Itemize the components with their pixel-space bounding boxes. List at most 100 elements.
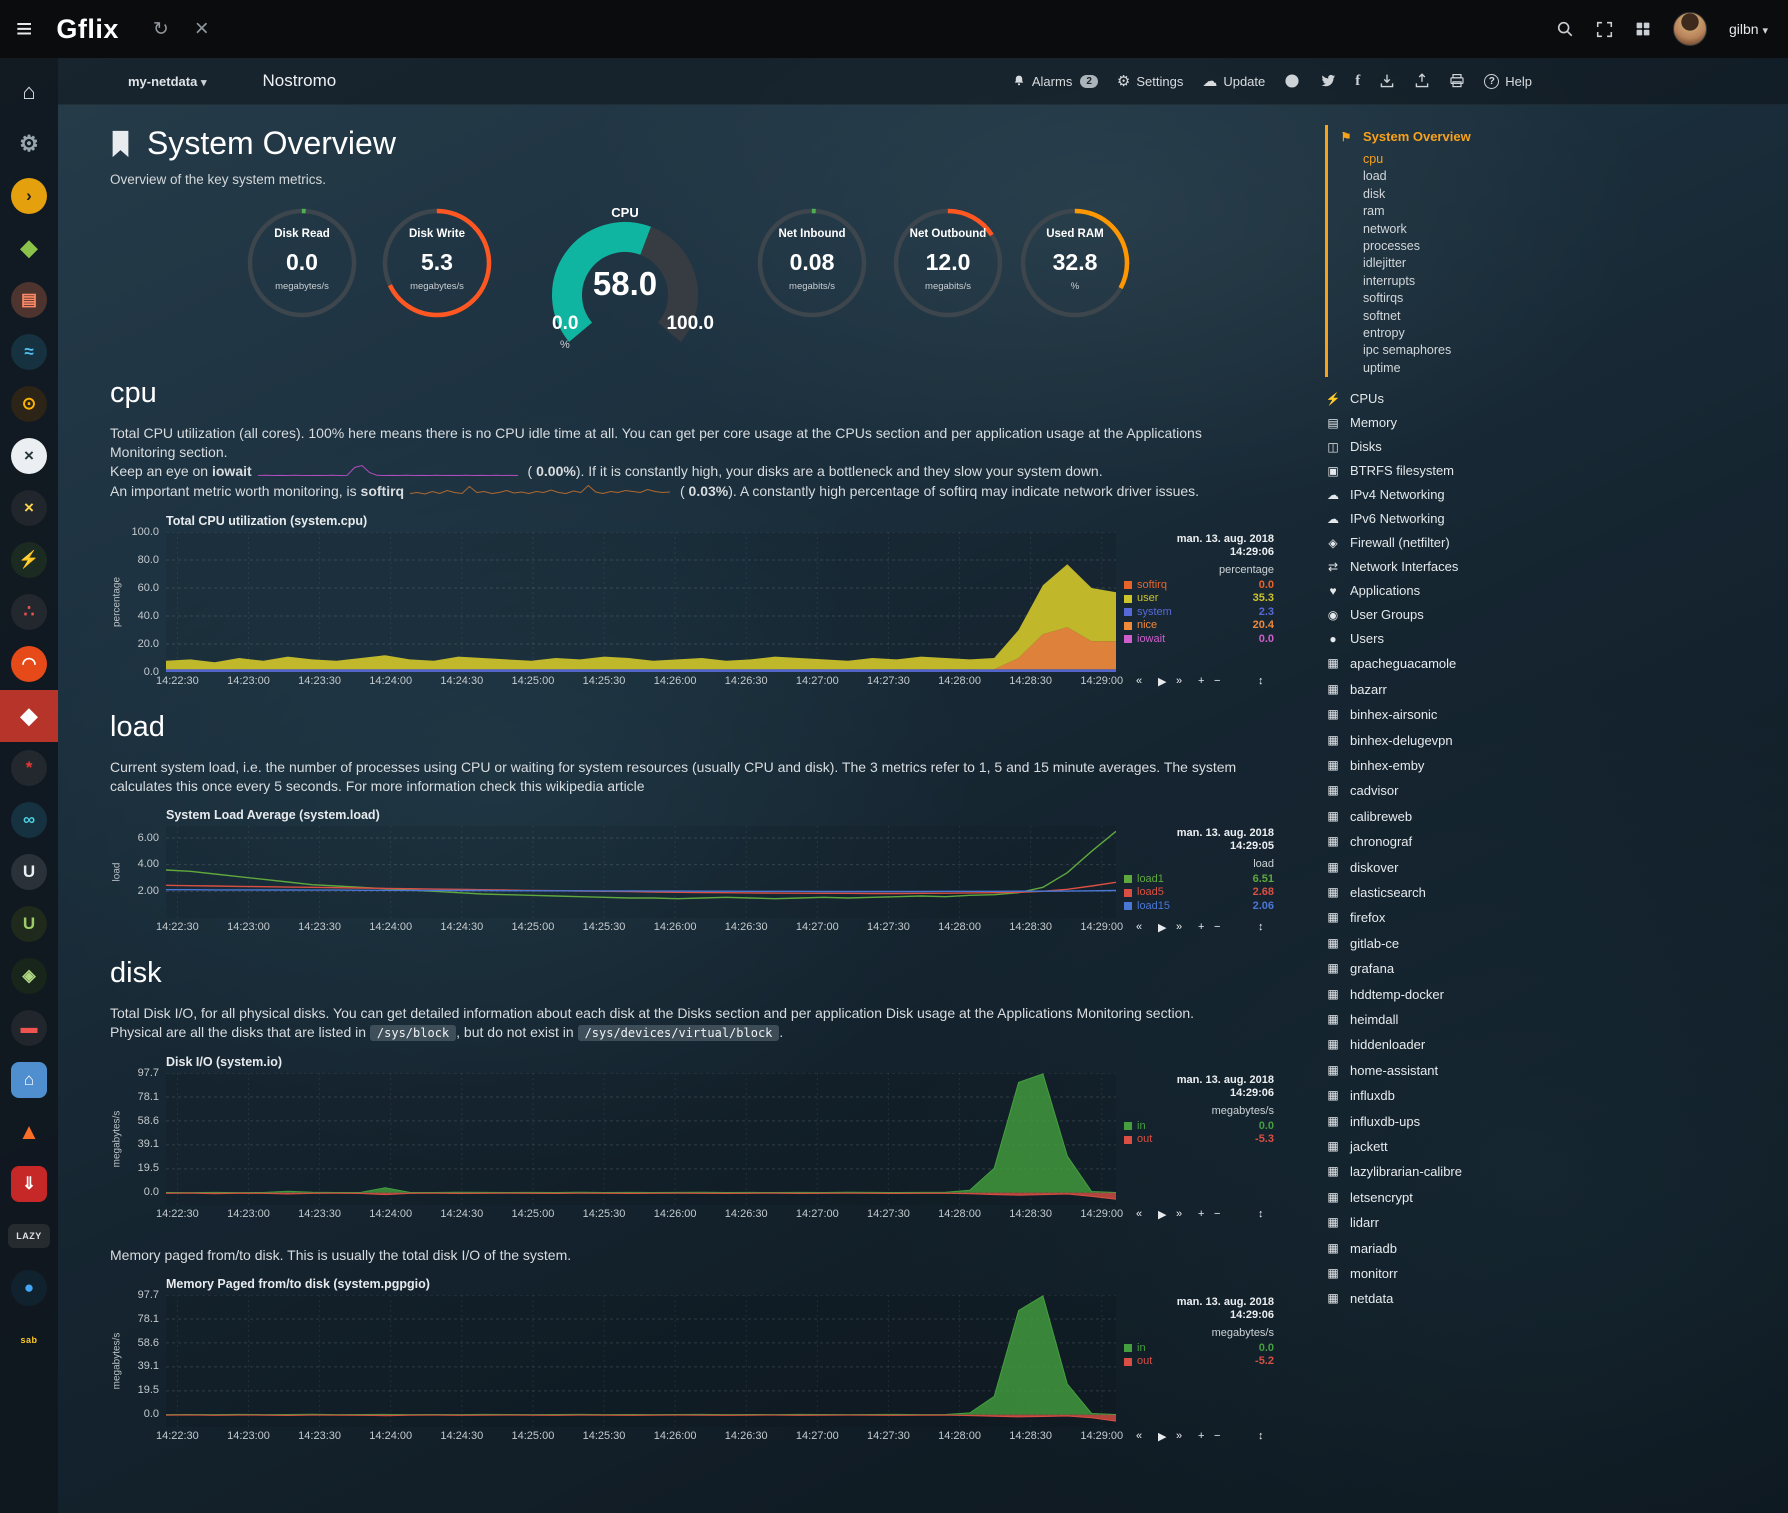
app-icon-settings[interactable]: ⚙ — [0, 118, 58, 170]
menu-container-apacheguacamole[interactable]: ▦apacheguacamole — [1325, 651, 1575, 676]
menu-section-link-network-interfaces[interactable]: ⇄Network Interfaces — [1325, 555, 1575, 579]
app-icon-soundwaves[interactable]: ≈ — [0, 326, 58, 378]
menu-container-hiddenloader[interactable]: ▦hiddenloader — [1325, 1032, 1575, 1057]
menu-section-link-btrfs-filesystem[interactable]: ▣BTRFS filesystem — [1325, 459, 1575, 483]
avatar[interactable] — [1673, 12, 1707, 46]
chart-toolbox-zoom-out-icon[interactable]: − — [1214, 1208, 1220, 1220]
menu-container-bazarr[interactable]: ▦bazarr — [1325, 677, 1575, 702]
mem-plot-area[interactable] — [166, 1295, 1116, 1427]
menu-section-link-user-groups[interactable]: ◉User Groups — [1325, 603, 1575, 627]
menu-sub-load[interactable]: load — [1363, 168, 1575, 185]
app-icon-stack[interactable]: ▤ — [0, 274, 58, 326]
menu-container-monitorr[interactable]: ▦monitorr — [1325, 1261, 1575, 1286]
menu-container-binhex-airsonic[interactable]: ▦binhex-airsonic — [1325, 702, 1575, 727]
menu-section-link-disks[interactable]: ◫Disks — [1325, 435, 1575, 459]
gauge-net-outbound[interactable]: Net Outbound12.0megabits/s — [883, 207, 1013, 319]
menu-container-influxdb[interactable]: ▦influxdb — [1325, 1083, 1575, 1108]
app-icon-droplet[interactable]: ● — [0, 1262, 58, 1314]
chart-toolbox-play-icon[interactable]: ▶ — [1158, 1430, 1166, 1443]
app-icon-active-app[interactable]: ◆ — [0, 690, 58, 742]
app-icon-gitlab[interactable]: ▲ — [0, 1106, 58, 1158]
menu-section-link-ipv4-networking[interactable]: ☁IPv4 Networking — [1325, 483, 1575, 507]
chart-toolbox-zoom-in-icon[interactable]: + — [1198, 1208, 1204, 1220]
menu-section-link-applications[interactable]: ♥Applications — [1325, 579, 1575, 603]
app-icon-red-download[interactable]: ⇓ — [0, 1158, 58, 1210]
chart-toolbox-play-icon[interactable]: ▶ — [1158, 1208, 1166, 1221]
legend-row-in[interactable]: in0.0 — [1124, 1120, 1274, 1134]
chart-toolbox-play-icon[interactable]: ▶ — [1158, 921, 1166, 934]
menu-container-grafana[interactable]: ▦grafana — [1325, 956, 1575, 981]
menu-container-heimdall[interactable]: ▦heimdall — [1325, 1007, 1575, 1032]
update-button[interactable]: ☁Update — [1202, 74, 1265, 89]
cpu-utilization-chart[interactable]: Total CPU utilization (system.cpu) perce… — [110, 514, 1325, 691]
menu-section-link-firewall-netfilter-[interactable]: ◈Firewall (netfilter) — [1325, 531, 1575, 555]
help-button[interactable]: ?Help — [1484, 74, 1532, 89]
menu-sub-uptime[interactable]: uptime — [1363, 360, 1575, 377]
menu-container-hddtemp-docker[interactable]: ▦hddtemp-docker — [1325, 982, 1575, 1007]
menu-section-link-ipv6-networking[interactable]: ☁IPv6 Networking — [1325, 507, 1575, 531]
chart-toolbox-zoom-in-icon[interactable]: + — [1198, 1430, 1204, 1442]
app-icon-guacamole[interactable]: ∴ — [0, 586, 58, 638]
app-icon-pills-app[interactable]: ▬ — [0, 1002, 58, 1054]
disk-plot-area[interactable] — [166, 1073, 1116, 1205]
chart-toolbox-zoom-out-icon[interactable]: − — [1214, 675, 1220, 687]
app-icon-home[interactable]: ⌂ — [0, 66, 58, 118]
app-icon-green-arrow[interactable]: ◆ — [0, 222, 58, 274]
chart-toolbox-zoom-in-icon[interactable]: + — [1198, 675, 1204, 687]
fullscreen-icon[interactable] — [1596, 21, 1613, 38]
legend-row-nice[interactable]: nice20.4 — [1124, 619, 1274, 633]
app-icon-aster-app[interactable]: * — [0, 742, 58, 794]
menu-container-gitlab-ce[interactable]: ▦gitlab-ce — [1325, 931, 1575, 956]
menu-sub-cpu[interactable]: cpu — [1363, 151, 1575, 168]
app-icon-search-app[interactable]: ⊙ — [0, 378, 58, 430]
import-snapshot-icon[interactable] — [1379, 73, 1395, 89]
gauge-cpu-gauge[interactable]: CPU58.00.0100.0% — [525, 207, 725, 357]
search-icon[interactable] — [1556, 20, 1574, 38]
menu-sub-ram[interactable]: ram — [1363, 203, 1575, 220]
menu-container-netdata[interactable]: ▦netdata — [1325, 1286, 1575, 1311]
system-load-chart[interactable]: System Load Average (system.load) load 2… — [110, 808, 1325, 937]
app-icon-lazylibrarian[interactable]: LAZY — [0, 1210, 58, 1262]
menu-container-binhex-emby[interactable]: ▦binhex-emby — [1325, 753, 1575, 778]
app-icon-plex[interactable]: › — [0, 170, 58, 222]
legend-row-load5[interactable]: load52.68 — [1124, 886, 1274, 900]
chart-toolbox-forwards-icon[interactable]: » — [1176, 675, 1182, 687]
menu-sub-processes[interactable]: processes — [1363, 238, 1575, 255]
chart-resize-handle-icon[interactable]: ↕ — [1258, 1208, 1264, 1220]
app-icon-kodi[interactable]: × — [0, 482, 58, 534]
hamburger-menu-icon[interactable]: ≡ — [16, 15, 32, 43]
menu-container-chronograf[interactable]: ▦chronograf — [1325, 829, 1575, 854]
menu-sub-softnet[interactable]: softnet — [1363, 308, 1575, 325]
chart-toolbox-backwards-icon[interactable]: « — [1136, 1430, 1142, 1442]
menu-container-lidarr[interactable]: ▦lidarr — [1325, 1210, 1575, 1235]
app-icon-u-light-app[interactable]: U — [0, 846, 58, 898]
load-plot-area[interactable] — [166, 826, 1116, 918]
alarms-button[interactable]: Alarms2 — [1012, 74, 1098, 89]
apps-grid-icon[interactable] — [1635, 21, 1651, 37]
print-icon[interactable] — [1449, 73, 1465, 89]
chart-resize-handle-icon[interactable]: ↕ — [1258, 675, 1264, 687]
menu-section-link-system-overview[interactable]: ⚑System Overview — [1338, 125, 1575, 149]
legend-row-iowait[interactable]: iowait0.0 — [1124, 633, 1274, 647]
chart-toolbox-play-icon[interactable]: ▶ — [1158, 675, 1166, 688]
memory-paged-chart[interactable]: Memory Paged from/to disk (system.pgpgio… — [110, 1277, 1325, 1446]
app-icon-film-reel[interactable]: × — [0, 430, 58, 482]
cpu-plot-area[interactable] — [166, 532, 1116, 672]
chart-toolbox-forwards-icon[interactable]: » — [1176, 1430, 1182, 1442]
legend-row-out[interactable]: out-5.3 — [1124, 1133, 1274, 1147]
menu-section-link-memory[interactable]: ▤Memory — [1325, 411, 1575, 435]
menu-sub-ipc-semaphores[interactable]: ipc semaphores — [1363, 342, 1575, 359]
menu-container-jackett[interactable]: ▦jackett — [1325, 1134, 1575, 1159]
chart-resize-handle-icon[interactable]: ↕ — [1258, 1430, 1264, 1442]
menu-container-calibreweb[interactable]: ▦calibreweb — [1325, 804, 1575, 829]
twitter-icon[interactable] — [1319, 74, 1336, 89]
menu-container-binhex-delugevpn[interactable]: ▦binhex-delugevpn — [1325, 728, 1575, 753]
app-icon-u-green-app[interactable]: U — [0, 898, 58, 950]
menu-sub-entropy[interactable]: entropy — [1363, 325, 1575, 342]
refresh-icon[interactable]: ↻ — [153, 20, 169, 39]
menu-container-letsencrypt[interactable]: ▦letsencrypt — [1325, 1185, 1575, 1210]
legend-row-softirq[interactable]: softirq0.0 — [1124, 579, 1274, 593]
menu-container-lazylibrarian-calibre[interactable]: ▦lazylibrarian-calibre — [1325, 1159, 1575, 1184]
menu-container-influxdb-ups[interactable]: ▦influxdb-ups — [1325, 1109, 1575, 1134]
legend-row-load1[interactable]: load16.51 — [1124, 873, 1274, 887]
